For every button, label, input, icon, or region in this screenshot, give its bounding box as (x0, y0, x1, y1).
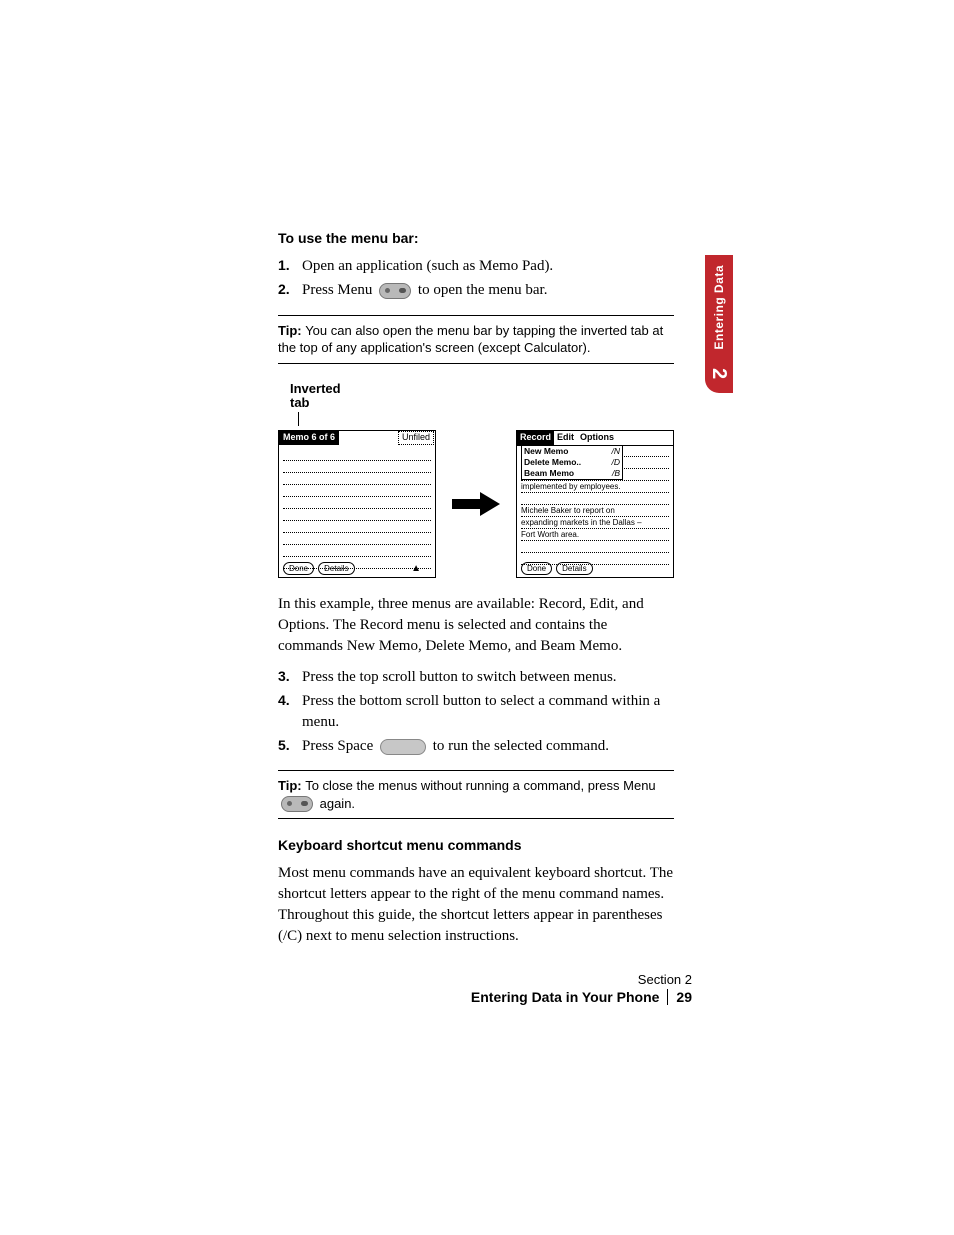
scroll-up-icon: ▲ (411, 563, 421, 574)
menu-item-beam-memo: Beam Memo/B (522, 468, 622, 479)
tip-text: You can also open the menu bar by tappin… (278, 323, 663, 356)
figure-menu-bar: Inverted tab Memo 6 of 6 Unfiled Done De… (278, 382, 674, 579)
tip-label: Tip: (278, 778, 305, 793)
details-button: Details (556, 562, 592, 575)
menu-item-new-memo: New Memo/N (522, 446, 622, 457)
steps-list-2: 3. Press the top scroll button to switch… (278, 667, 674, 756)
step-1: 1. Open an application (such as Memo Pad… (278, 256, 674, 276)
step-number: 5. (278, 736, 290, 755)
step-text-pre: Press Space (302, 738, 377, 754)
callout-line1: Inverted (290, 381, 341, 396)
footer-section: Section 2 (471, 972, 692, 987)
step-4: 4. Press the bottom scroll button to sel… (278, 691, 674, 732)
tip-box-1: Tip: You can also open the menu bar by t… (278, 315, 674, 364)
step-number: 1. (278, 256, 290, 275)
memo-body-lines (283, 449, 431, 559)
heading-keyboard-shortcut: Keyboard shortcut menu commands (278, 837, 674, 853)
step-text-post: to run the selected command. (433, 738, 609, 754)
heading-use-menu-bar: To use the menu bar: (278, 230, 674, 246)
details-button: Details (318, 562, 354, 575)
step-text-post: to open the menu bar. (418, 282, 548, 298)
chapter-side-tab: Entering Data 2 (705, 255, 733, 393)
page-footer: Section 2 Entering Data in Your Phone 29 (471, 972, 692, 1005)
arrow-right-icon (452, 492, 500, 516)
steps-list-1: 1. Open an application (such as Memo Pad… (278, 256, 674, 301)
page-number: 29 (676, 989, 692, 1005)
inverted-tab-title: Memo 6 of 6 (279, 431, 339, 445)
menu-key-icon (379, 283, 411, 299)
step-text-pre: Press Menu (302, 282, 376, 298)
menu-bar: Record Edit Options (517, 431, 673, 446)
side-tab-chapter-number: 2 (708, 368, 731, 379)
callout-line2: tab (290, 395, 310, 410)
footer-title: Entering Data in Your Phone (471, 989, 669, 1005)
tip-box-2: Tip: To close the menus without running … (278, 770, 674, 819)
menu-record: Record (517, 431, 554, 445)
page-content: To use the menu bar: 1. Open an applicat… (278, 230, 674, 957)
explanation-paragraph: In this example, three menus are availab… (278, 594, 674, 657)
menu-key-icon (281, 796, 313, 812)
screenshot-memo-menu-open: Record Edit Options implemented by emplo… (516, 430, 674, 578)
menu-edit: Edit (554, 431, 577, 445)
menu-options: Options (577, 431, 617, 445)
step-2: 2. Press Menu to open the menu bar. (278, 280, 674, 300)
done-button: Done (521, 562, 552, 575)
record-menu-dropdown: New Memo/N Delete Memo../D Beam Memo/B (521, 445, 623, 480)
step-text: Open an application (such as Memo Pad). (302, 258, 553, 274)
figure-callout-label: Inverted tab (290, 382, 674, 427)
step-5: 5. Press Space to run the selected comma… (278, 736, 674, 756)
step-number: 4. (278, 691, 290, 710)
side-tab-label: Entering Data (712, 265, 726, 350)
tip-text-post: again. (316, 796, 355, 811)
step-text: Press the top scroll button to switch be… (302, 669, 617, 685)
step-number: 3. (278, 667, 290, 686)
done-button: Done (283, 562, 314, 575)
keyboard-shortcut-paragraph: Most menu commands have an equivalent ke… (278, 863, 674, 947)
menu-item-delete-memo: Delete Memo../D (522, 457, 622, 468)
tip-text-pre: To close the menus without running a com… (305, 778, 655, 793)
step-3: 3. Press the top scroll button to switch… (278, 667, 674, 687)
step-text: Press the bottom scroll button to select… (302, 693, 660, 729)
space-key-icon (380, 739, 426, 755)
category-label: Unfiled (398, 431, 434, 445)
screenshot-memo-before: Memo 6 of 6 Unfiled Done Details ▲ (278, 430, 436, 578)
step-number: 2. (278, 280, 290, 299)
tip-label: Tip: (278, 323, 305, 338)
